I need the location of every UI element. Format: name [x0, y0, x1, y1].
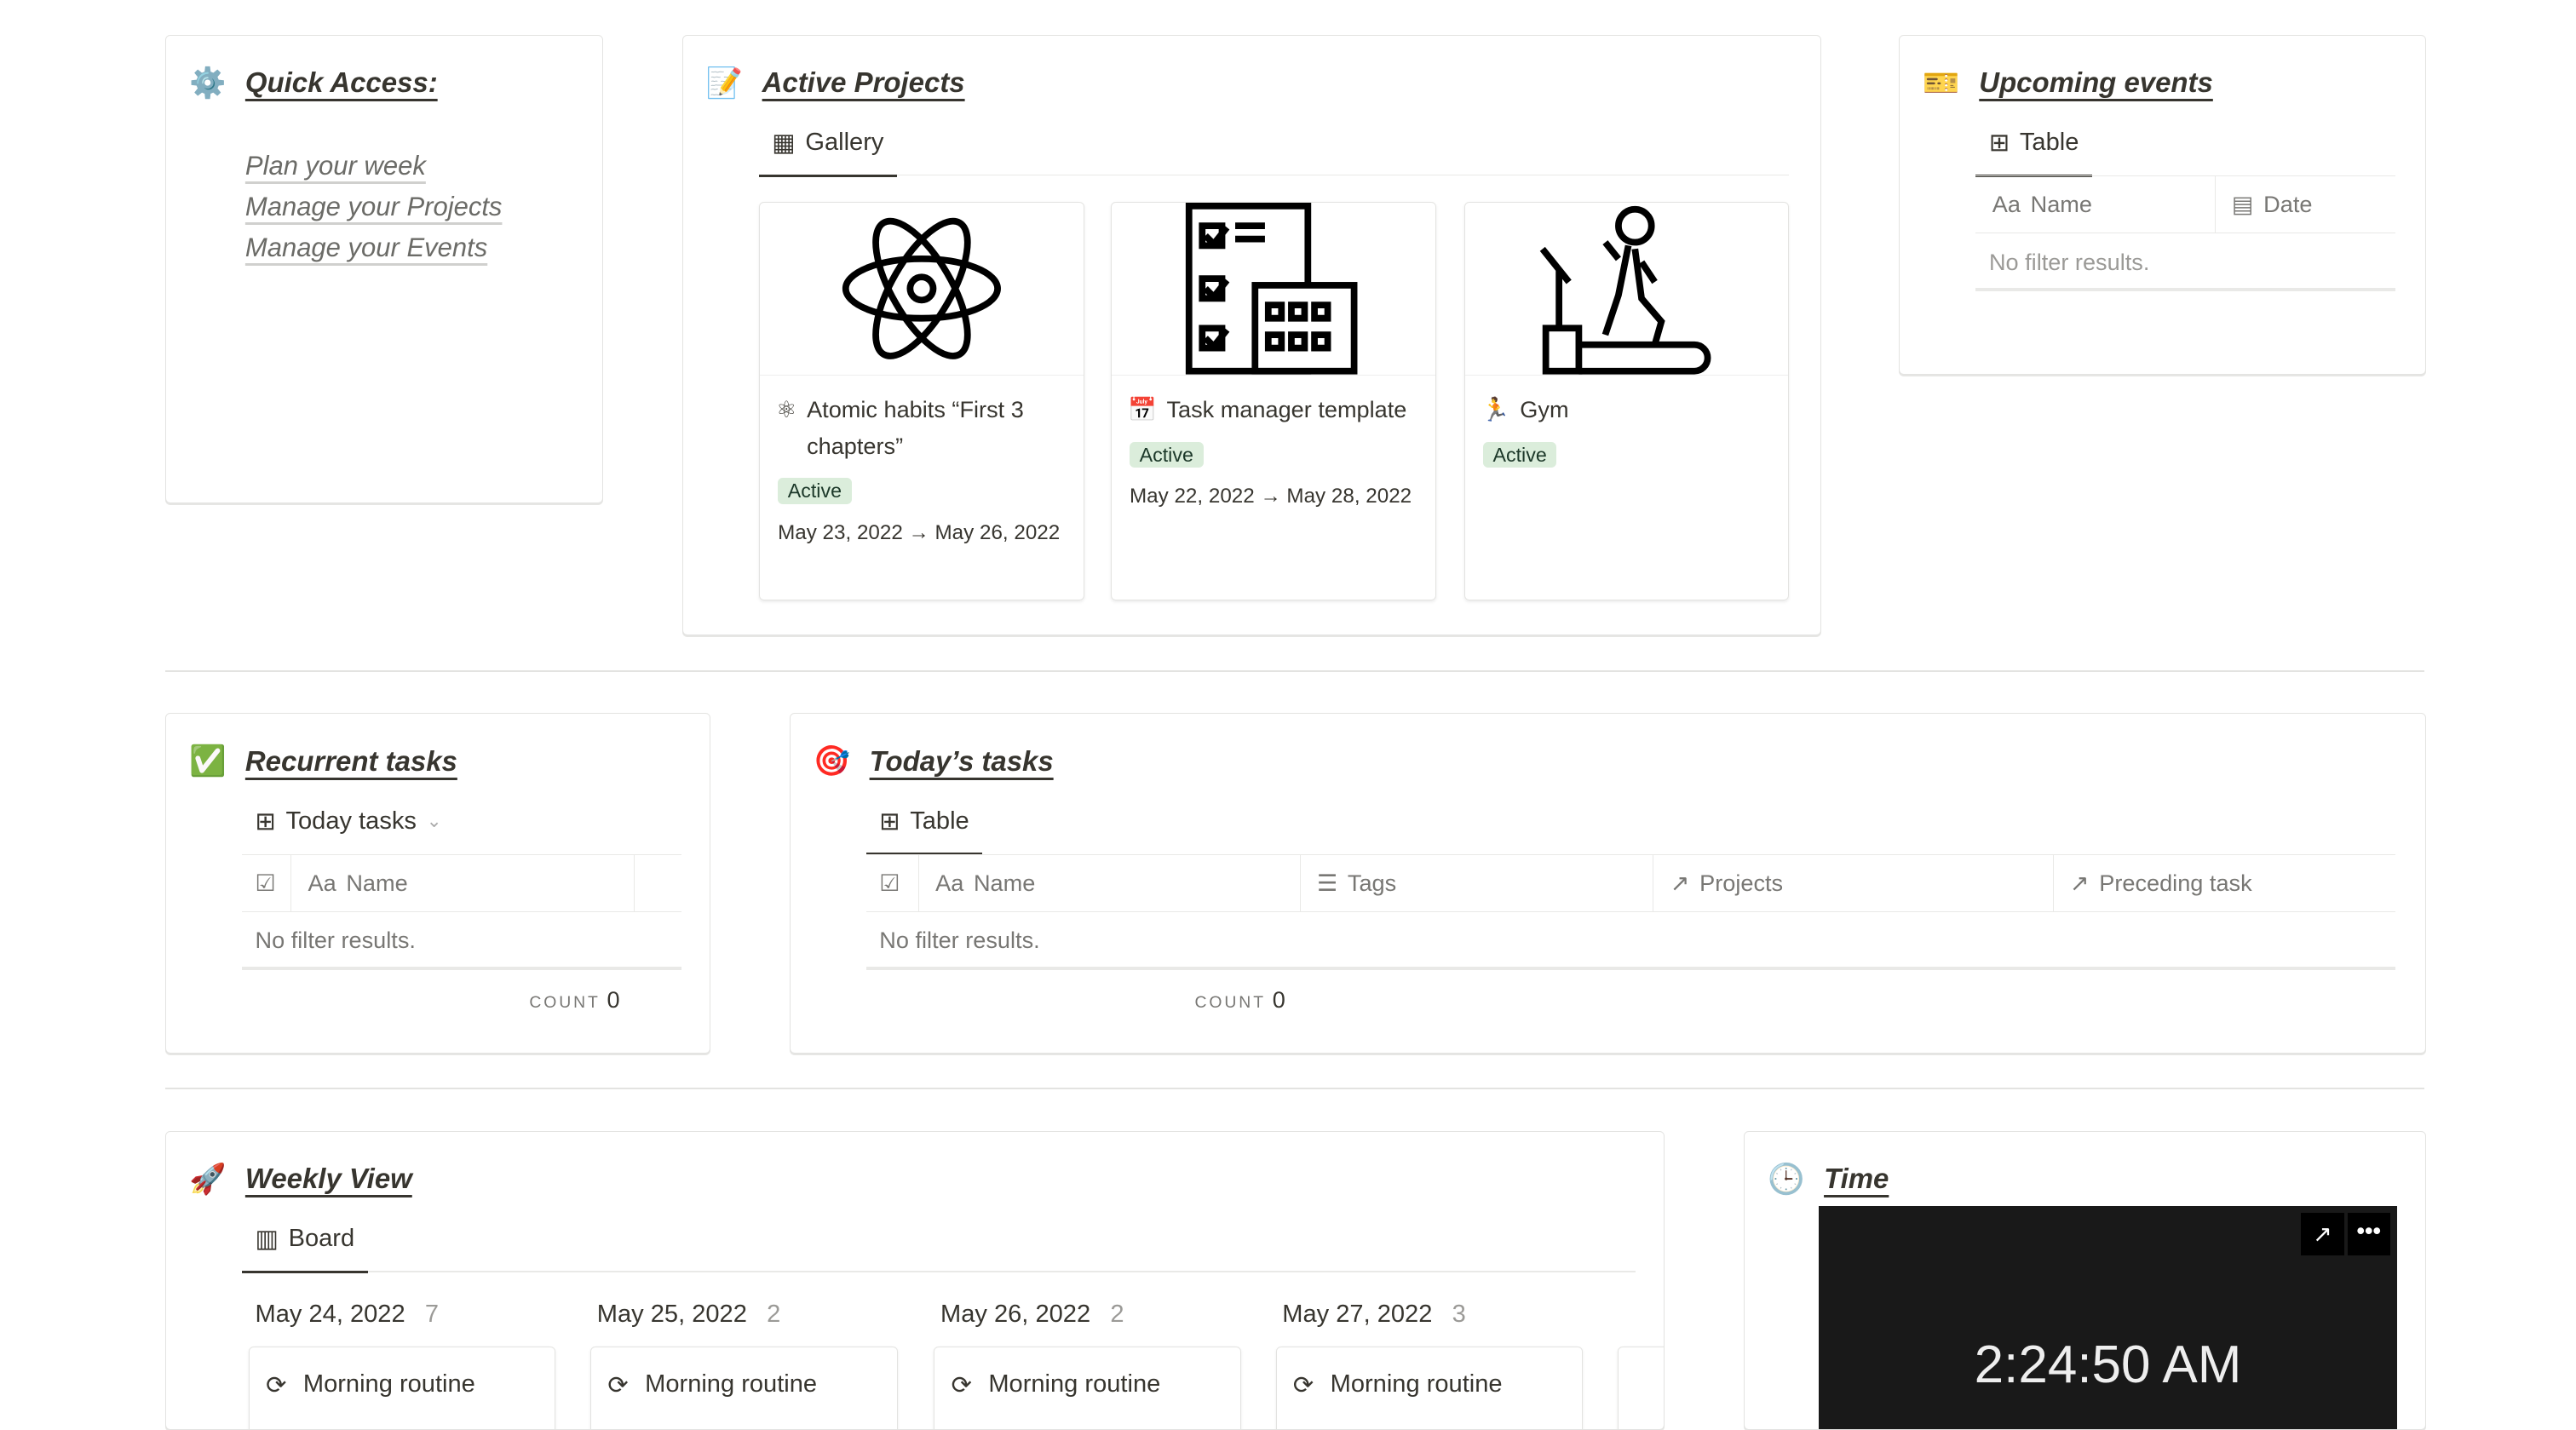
- board-column-header: May 26, 2022 2: [940, 1300, 1124, 1328]
- board-column-header: May 27, 2022 3: [1282, 1300, 1466, 1328]
- quick-access-panel: ⚙️ Quick Access: Plan your week Manage yo…: [164, 34, 603, 504]
- tab-board[interactable]: ▥ Board: [242, 1224, 368, 1273]
- weekly-view-panel: 🚀 Weekly View ▥ Board May 24, 2022 7 May 25…: [164, 1130, 1665, 1430]
- upcoming-events-panel: 🎫 Upcoming events ⊞ Table Aa Name ▤ Date No …: [1899, 34, 2426, 376]
- active-projects-title[interactable]: Active Projects: [762, 66, 965, 99]
- project-card[interactable]: 📅 Task manager template Active May 22, 20…: [1110, 202, 1436, 600]
- tab-gallery[interactable]: ▦ Gallery: [758, 128, 897, 177]
- table-icon: ⊞: [879, 807, 900, 836]
- column-preceding-task[interactable]: ↗ Preceding task: [2054, 855, 2395, 911]
- clock-embed: ↗ ••• 2:24:50 AM: [1819, 1206, 2397, 1429]
- column-date[interactable]: ▤ Date: [2216, 176, 2395, 233]
- active-projects-panel: 📝 Active Projects ▦ Gallery ⚛ Atomic habits…: [681, 34, 1822, 636]
- date-range: May 22, 2022 → May 28, 2022: [1129, 485, 1412, 508]
- rocket-icon: 🚀: [188, 1162, 227, 1196]
- target-icon: 🎯: [813, 744, 851, 778]
- time-panel: 🕒 Time ↗ ••• 2:24:50 AM: [1744, 1130, 2426, 1430]
- more-options-icon[interactable]: •••: [2347, 1212, 2390, 1256]
- weekly-view-title[interactable]: Weekly View: [245, 1163, 412, 1195]
- table-icon: ⊞: [1988, 129, 2010, 158]
- table-icon: ⊞: [255, 807, 276, 836]
- check-mark-icon: ✅: [188, 744, 227, 778]
- column-checkbox: ☑: [242, 855, 292, 912]
- clock-time: 2:24:50 AM: [1974, 1335, 2242, 1395]
- ticket-icon: 🎫: [1923, 66, 1960, 100]
- upcoming-events-title[interactable]: Upcoming events: [1979, 66, 2213, 99]
- date-range: May 23, 2022 → May 26, 2022: [778, 520, 1061, 544]
- link-plan-week[interactable]: Plan your week: [245, 151, 503, 181]
- atom-icon: ⚛: [776, 396, 797, 423]
- clock-icon: 🕒: [1768, 1162, 1805, 1196]
- empty-state: No filter results.: [879, 927, 1040, 954]
- link-manage-projects[interactable]: Manage your Projects: [245, 192, 503, 222]
- chevron-down-icon: ⌄: [426, 810, 442, 831]
- board-card[interactable]: ⟳ Morning routine: [248, 1346, 556, 1429]
- open-external-icon[interactable]: ↗: [2301, 1212, 2344, 1256]
- todays-tasks-panel: 🎯 Today’s tasks ⊞ Table ☑ Aa Name ☰ Tags ↗ Pr…: [789, 713, 2426, 1054]
- status-badge: Active: [1482, 441, 1557, 468]
- tab-table[interactable]: ⊞ Table: [865, 807, 983, 856]
- count: COUNT 0: [1194, 986, 1285, 1014]
- board-card[interactable]: ⟳ Morning routine: [1275, 1346, 1584, 1429]
- gear-icon: ⚙️: [188, 66, 227, 100]
- board-column-header: May 24, 2022 7: [255, 1300, 440, 1328]
- recurrent-tasks-panel: ✅ Recurrent tasks ⊞ Today tasks ⌄ ☑ Aa Name …: [164, 713, 710, 1054]
- column-tags[interactable]: ☰ Tags: [1301, 855, 1654, 912]
- link-manage-events[interactable]: Manage your Events: [245, 233, 503, 263]
- relation-arrow-icon: ↗: [2069, 870, 2090, 897]
- list-icon: ☰: [1316, 870, 1338, 897]
- recurring-icon: ⟳: [607, 1371, 629, 1399]
- column-name[interactable]: Aa Name: [291, 855, 635, 912]
- gym-icon: 🏃: [1481, 396, 1510, 423]
- column-checkbox: ☑: [866, 855, 919, 912]
- recurring-icon: ⟳: [951, 1371, 972, 1399]
- calendar-icon: ▤: [2231, 191, 2254, 218]
- tab-today-tasks[interactable]: ⊞ Today tasks ⌄: [242, 807, 455, 853]
- gallery-icon: ▦: [772, 129, 796, 158]
- time-title[interactable]: Time: [1824, 1163, 1889, 1195]
- tab-table[interactable]: ⊞ Table: [1975, 128, 2092, 177]
- status-badge: Active: [778, 478, 852, 505]
- task-icon: 📅: [1128, 396, 1157, 423]
- memo-icon: 📝: [705, 66, 744, 100]
- quick-access-title[interactable]: Quick Access:: [245, 66, 438, 99]
- todays-tasks-title[interactable]: Today’s tasks: [870, 745, 1054, 778]
- recurring-icon: ⟳: [1292, 1371, 1314, 1399]
- empty-state: No filter results.: [1988, 248, 2150, 275]
- status-badge: Active: [1129, 441, 1204, 468]
- recurring-icon: ⟳: [266, 1371, 287, 1399]
- column-name[interactable]: Aa Name: [1975, 176, 2216, 233]
- board-card[interactable]: ⟳ Morning routine: [590, 1346, 898, 1429]
- atom-icon: [842, 218, 1001, 360]
- board-icon: ▥: [255, 1226, 279, 1254]
- board-card[interactable]: [1617, 1346, 1665, 1429]
- project-card[interactable]: ⚛ Atomic habits “First 3 chapters” Active…: [758, 202, 1084, 600]
- relation-arrow-icon: ↗: [1670, 870, 1690, 897]
- divider: [164, 670, 2424, 672]
- empty-state: No filter results.: [255, 927, 416, 954]
- column-projects[interactable]: ↗ Projects: [1653, 855, 2054, 912]
- divider: [164, 1088, 2424, 1090]
- board-column-header: May 25, 2022 2: [596, 1300, 781, 1328]
- board-card[interactable]: ⟳ Morning routine: [934, 1346, 1241, 1429]
- project-card[interactable]: 🏃 Gym Active: [1463, 202, 1790, 600]
- count: COUNT 0: [529, 986, 620, 1014]
- treadmill-icon: [1539, 206, 1711, 376]
- recurrent-tasks-title[interactable]: Recurrent tasks: [245, 745, 457, 778]
- column-name[interactable]: Aa Name: [919, 855, 1301, 912]
- task-calendar-icon: [1185, 203, 1358, 376]
